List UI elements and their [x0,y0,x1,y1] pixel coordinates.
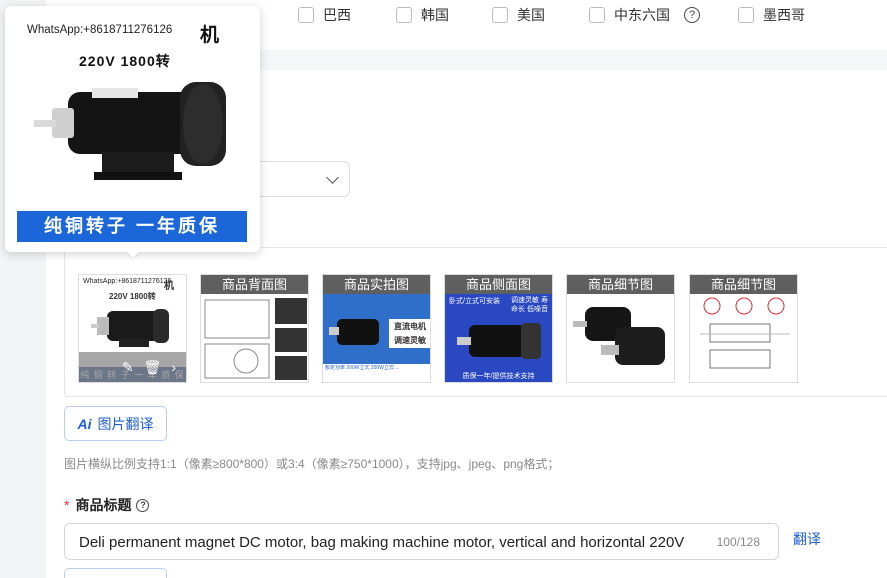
country-label: 韩国 [421,7,449,23]
checkbox-box[interactable] [589,7,605,23]
preview-whatsapp-text: WhatsApp:+8618711276126 [27,24,173,36]
country-label: 美国 [517,7,545,23]
thumb-whatsapp-text: WhatsApp:+8618711276126 [83,278,172,285]
ai-icon: Ai [77,415,92,432]
thumbnail-caption: 商品实拍图 [323,275,430,294]
technical-drawing [700,297,790,369]
image-preview-popover: WhatsApp:+8618711276126 机 220V 1800转 纯铜转… [5,6,260,252]
image-translate-label: 图片翻译 [97,415,154,432]
delete-icon[interactable]: 🗑 [144,359,162,376]
gallery-thumbnail-side[interactable]: 商品侧面图 卧式/立式可安装 调速灵敏 寿命长 低噪音 质保一年/提供技术支持 [444,274,553,383]
motor-image [457,323,541,359]
side-tag-1: 卧式/立式可安装 [449,298,500,305]
gallery-thumbnail-detail-1[interactable]: 商品细节图 [566,274,675,383]
thumbnail-caption: 商品背面图 [201,275,308,294]
title-translate-link[interactable]: 翻译 [793,529,821,549]
motor-image [91,309,169,347]
spec-table-text: 额定功率 200W立式 250W立式 ... [325,365,400,371]
checkbox-box[interactable] [298,7,314,23]
character-counter: 100/128 [716,535,760,549]
chevron-right-icon[interactable]: › [171,359,176,375]
country-label: 墨西哥 [763,7,805,23]
thumbnail-caption: 商品细节图 [690,275,797,294]
product-title-input[interactable]: Deli permanent magnet DC motor, bag maki… [64,523,779,560]
checkbox-box[interactable] [492,7,508,23]
gallery-thumbnail-back[interactable]: 商品背面图 [200,274,309,383]
preview-brand-text: 机 [200,25,220,46]
checkbox-box[interactable] [738,7,754,23]
motor-image [573,307,665,365]
edit-icon[interactable]: ✎ [122,359,134,376]
popover-arrow [126,251,140,258]
thumb-spec-text: 220V 1800转 [109,292,156,301]
required-mark: * [64,497,70,513]
chevron-down-icon [326,171,339,184]
country-checkbox-mexico[interactable]: 墨西哥 [738,5,805,25]
thumbnail-caption: 商品侧面图 [445,275,552,294]
preview-spec-text: 220V 1800转 [79,53,171,69]
country-checkbox-korea[interactable]: 韩国 [396,5,449,25]
checkbox-box[interactable] [396,7,412,23]
thumb-brand-text: 机 [164,281,174,292]
country-checkbox-usa[interactable]: 美国 [492,5,545,25]
thumbnail-caption: 商品细节图 [567,275,674,294]
title-field-label: * 商品标题 ? [64,495,150,515]
side-tag-2: 调速灵敏 寿命长 低噪音 [511,297,548,313]
country-label: 中东六国 [614,7,670,23]
sign-text-2: 调速灵敏 [389,333,430,348]
help-icon[interactable]: ? [684,7,700,23]
gallery-thumbnail-detail-2[interactable]: 商品细节图 [689,274,798,383]
image-translate-button[interactable]: Ai 图片翻译 [64,406,167,441]
country-checkbox-brazil[interactable]: 巴西 [298,5,351,25]
help-icon[interactable]: ? [136,498,150,512]
gallery-thumbnail-main[interactable]: WhatsApp:+8618711276126 机 220V 1800转 纯 铜… [78,274,187,383]
title-input-value[interactable]: Deli permanent magnet DC motor, bag maki… [79,534,704,551]
country-label: 巴西 [323,7,351,23]
image-hint-text: 图片横纵比例支持1:1（像素≥800*800）或3:4（像素≥750*1000）… [64,457,560,471]
title-label-text: 商品标题 [75,497,132,513]
sign-text-1: 直流电机 [389,319,430,334]
thumbnail-ops-overlay: ✎ 🗑 › [79,352,186,382]
preview-banner: 纯铜转子 一年质保 [17,211,247,242]
motor-image [329,319,379,345]
motor-image [34,82,226,180]
technical-drawing [204,298,307,380]
gallery-thumbnail-real[interactable]: 商品实拍图 直流电机 调速灵敏 额定功率 200W立式 250W立式 ... [322,274,431,383]
side-footer: 质保一年/提供技术支持 [462,373,535,380]
partial-button[interactable] [64,568,167,578]
country-checkbox-middle-east[interactable]: 中东六国 ? [589,5,700,25]
